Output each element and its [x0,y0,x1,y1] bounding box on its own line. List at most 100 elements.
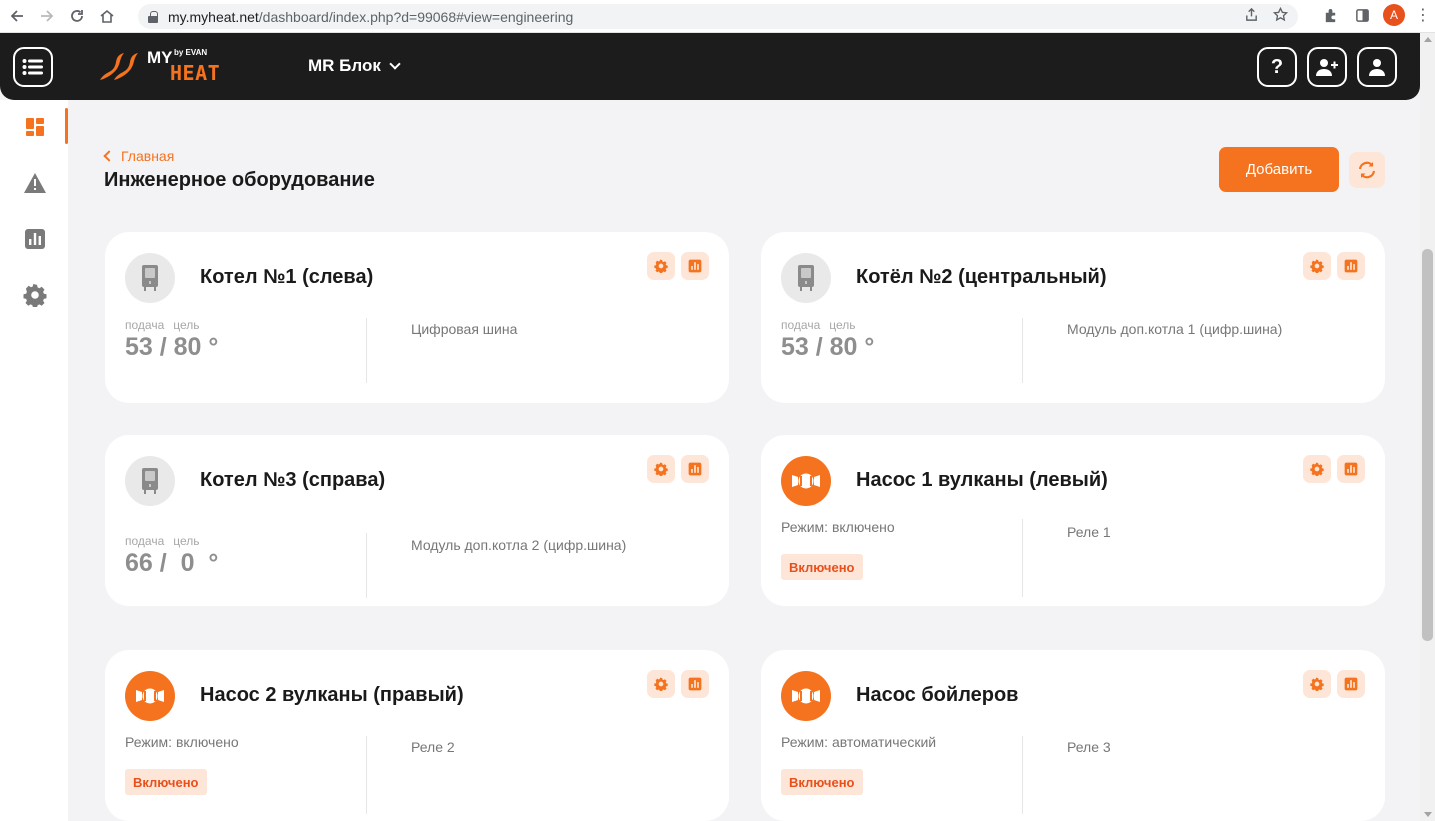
chart-icon [688,462,702,476]
card-chart-button[interactable] [1337,670,1365,698]
breadcrumb-home-link[interactable]: Главная [121,148,174,164]
profile-avatar[interactable]: A [1383,4,1405,26]
refresh-button[interactable] [1349,152,1385,188]
card-title[interactable]: Котел №1 (слева) [200,266,373,289]
card-chart-button[interactable] [681,252,709,280]
user-icon [1369,59,1385,76]
card-divider [366,533,367,598]
add-user-icon [1316,59,1338,76]
forward-arrow-icon[interactable] [34,3,60,29]
myheat-logo[interactable]: MY by EVAN HEAT [98,48,223,86]
card-settings-button[interactable] [1303,252,1331,280]
boiler-icon [142,265,158,291]
reload-icon[interactable] [64,3,90,29]
card-chart-button[interactable] [1337,455,1365,483]
sidebar-item-dashboard[interactable] [22,114,48,140]
gear-icon [1310,259,1324,273]
equipment-card-boiler-2[interactable]: Котёл №2 (центральный) подача цель 53 / 8… [761,232,1385,403]
card-settings-button[interactable] [647,670,675,698]
connection-source: Реле 1 [1067,524,1111,540]
scroll-up-arrow-icon[interactable] [1424,37,1432,42]
card-settings-button[interactable] [1303,455,1331,483]
card-title[interactable]: Котел №3 (справа) [200,469,385,492]
temperature-value: 53 / 80 ° [781,333,875,361]
equipment-card-pump-2[interactable]: Насос 2 вулканы (правый) Режим: включено… [105,650,729,821]
help-button[interactable]: ? [1257,47,1297,87]
sidebar [0,100,68,821]
page-scrollbar[interactable] [1420,33,1435,821]
card-chart-button[interactable] [1337,252,1365,280]
card-title[interactable]: Насос 2 вулканы (правый) [200,684,464,707]
chart-icon [688,677,702,691]
browser-toolbar: my.myheat.net/dashboard/index.php?d=9906… [0,0,1435,33]
chart-icon [1344,677,1358,691]
card-title[interactable]: Насос 1 вулканы (левый) [856,469,1108,492]
card-chart-button[interactable] [681,670,709,698]
breadcrumb[interactable]: Главная [103,148,174,164]
temperature-value: 66 / 0 ° [125,549,219,577]
building-name: MR Блок [308,56,381,75]
pump-icon [136,688,164,704]
sidebar-item-settings[interactable] [22,282,48,308]
building-selector[interactable]: MR Блок [308,56,401,76]
bookmark-star-icon[interactable] [1272,6,1289,26]
alert-icon [24,173,46,193]
sidebar-item-charts[interactable] [22,226,48,252]
lock-icon [148,10,158,23]
logo-my-text: MY [147,48,173,67]
pump-icon [792,688,820,704]
sidebar-item-alerts[interactable] [22,170,48,196]
card-settings-button[interactable] [647,252,675,280]
chevron-left-icon [103,150,115,162]
chevron-down-icon [389,58,401,70]
card-divider [1022,736,1023,814]
extensions-icon[interactable] [1319,4,1341,26]
equipment-card-boiler-3[interactable]: Котел №3 (справа) подача цель 66 / 0 ° Мо… [105,435,729,606]
gear-icon [23,283,47,307]
gear-icon [654,462,668,476]
chart-icon [1344,462,1358,476]
status-badge: Включено [125,769,207,795]
card-settings-button[interactable] [647,455,675,483]
url-text: my.myheat.net/dashboard/index.php?d=9906… [168,8,574,25]
card-divider [366,736,367,814]
card-divider [1022,318,1023,383]
flame-icon [100,53,138,80]
share-icon[interactable] [1244,7,1259,26]
boiler-icon [142,468,158,494]
add-button[interactable]: Добавить [1219,147,1339,192]
status-badge: Включено [781,554,863,580]
card-divider [366,318,367,383]
connection-source: Модуль доп.котла 1 (цифр.шина) [1067,321,1283,337]
menu-button[interactable] [13,47,53,87]
sidebar-active-indicator [65,108,68,144]
profile-button[interactable] [1357,47,1397,87]
connection-source: Реле 2 [411,739,455,755]
scroll-down-arrow-icon[interactable] [1424,812,1432,817]
card-title[interactable]: Котёл №2 (центральный) [856,266,1107,289]
scroll-thumb[interactable] [1422,249,1433,641]
pump-icon [792,473,820,489]
equipment-card-boiler-1[interactable]: Котел №1 (слева) подача цель 53 / 80 ° Ци… [105,232,729,403]
equipment-card-pump-boilers[interactable]: Насос бойлеров Режим: автоматический Вкл… [761,650,1385,821]
side-panel-icon[interactable] [1351,4,1373,26]
connection-source: Реле 3 [1067,739,1111,755]
page-title: Инженерное оборудование [104,169,375,191]
card-title[interactable]: Насос бойлеров [856,684,1018,707]
address-bar[interactable]: my.myheat.net/dashboard/index.php?d=9906… [138,4,1298,29]
add-user-button[interactable] [1307,47,1347,87]
equipment-card-pump-1[interactable]: Насос 1 вулканы (левый) Режим: включено … [761,435,1385,606]
boiler-icon-wrapper [125,456,175,506]
boiler-icon-wrapper [781,253,831,303]
back-arrow-icon[interactable] [4,3,30,29]
dashboard-icon [26,118,44,136]
boiler-icon-wrapper [125,253,175,303]
browser-menu-icon[interactable]: ⋮ [1415,5,1431,25]
mode-text: Режим: включено [125,734,239,750]
gear-icon [1310,462,1324,476]
card-settings-button[interactable] [1303,670,1331,698]
card-chart-button[interactable] [681,455,709,483]
home-icon[interactable] [94,3,120,29]
list-icon [22,59,43,75]
logo-heat-text: HEAT [170,61,221,85]
